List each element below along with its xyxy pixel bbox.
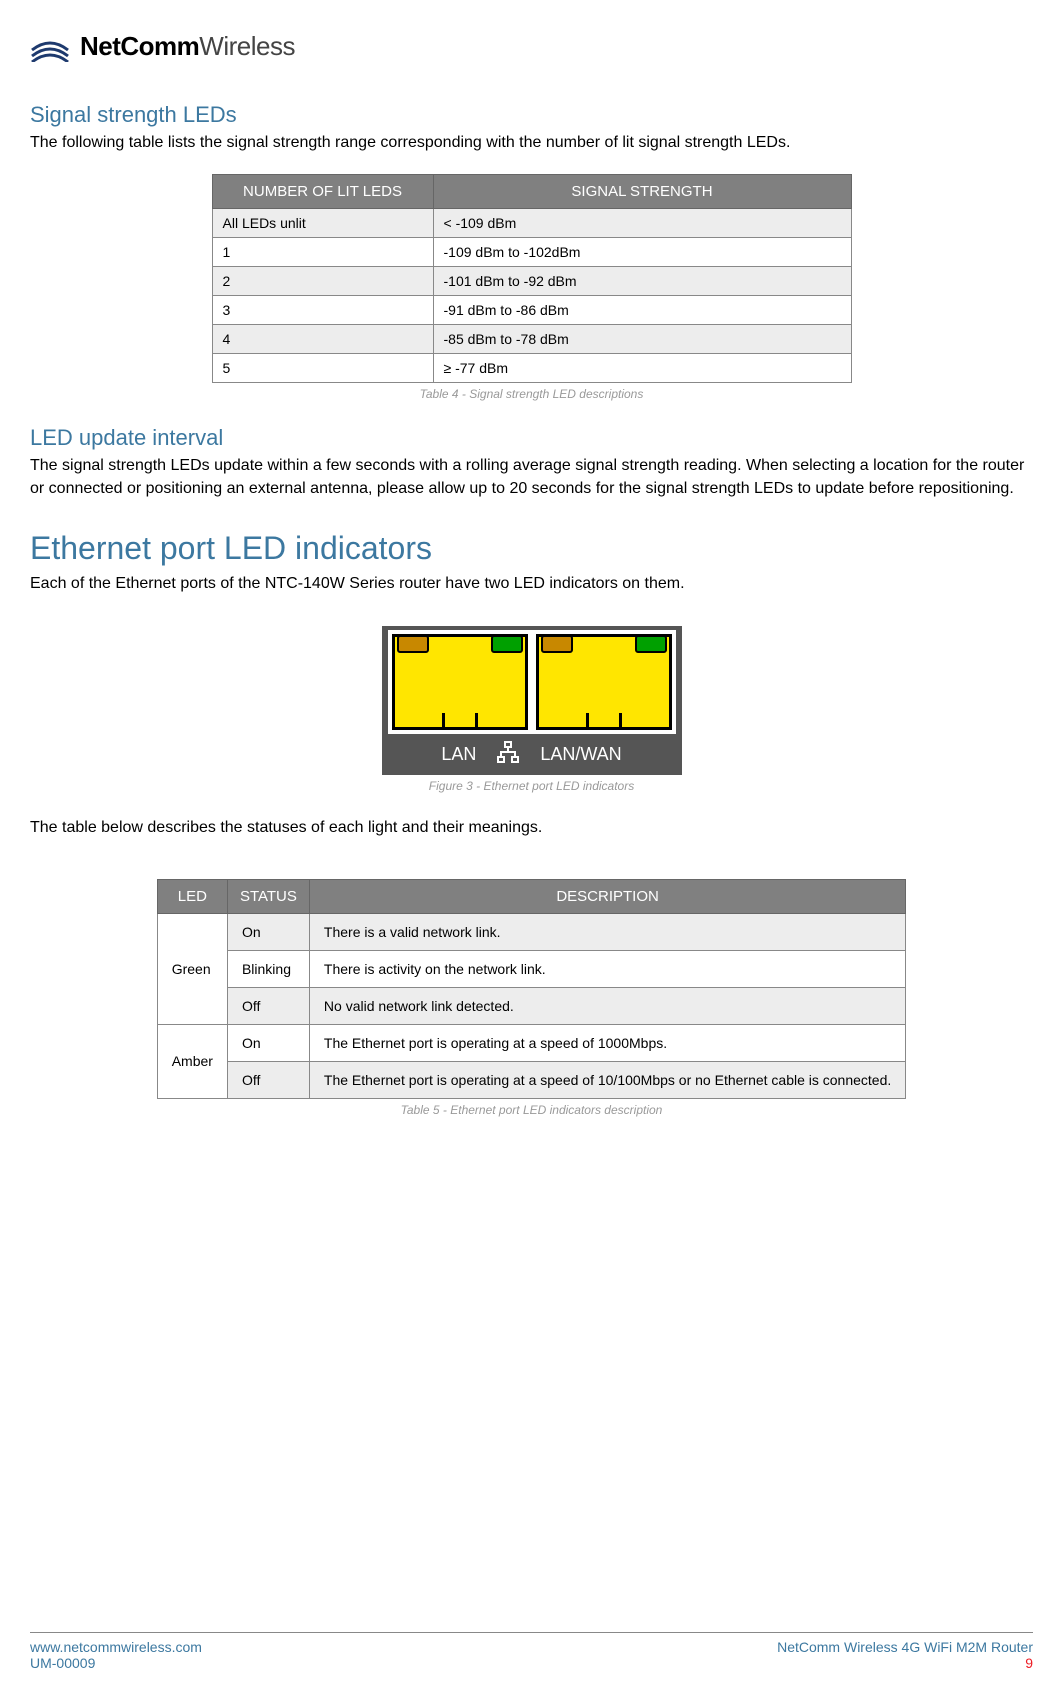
heading-signal-strength-leds: Signal strength LEDs <box>30 102 1033 128</box>
th-description: DESCRIPTION <box>309 879 905 913</box>
caption-table4: Table 4 - Signal strength LED descriptio… <box>30 387 1033 401</box>
cell-led-green: Green <box>157 913 227 1024</box>
table-row: 2-101 dBm to -92 dBm <box>212 267 851 296</box>
amber-led-icon <box>397 635 429 653</box>
intro-ethernet-ports: Each of the Ethernet ports of the NTC-14… <box>30 573 1033 595</box>
page-footer: www.netcommwireless.com UM-00009 NetComm… <box>30 1632 1033 1671</box>
body-led-update-interval: The signal strength LEDs update within a… <box>30 455 1033 500</box>
th-signal-strength: SIGNAL STRENGTH <box>433 175 851 209</box>
table-row: Off No valid network link detected. <box>157 987 906 1024</box>
footer-docref: UM-00009 <box>30 1655 202 1671</box>
port-lan <box>392 634 528 730</box>
network-icon <box>496 740 520 769</box>
table-signal-strength: NUMBER OF LIT LEDS SIGNAL STRENGTH All L… <box>212 174 852 383</box>
footer-url: www.netcommwireless.com <box>30 1639 202 1655</box>
brand-bold: NetComm <box>80 31 199 61</box>
th-status: STATUS <box>227 879 309 913</box>
table-ethernet-led-status: LED STATUS DESCRIPTION Green On There is… <box>157 879 907 1099</box>
brand-light: Wireless <box>199 31 295 61</box>
table-row: 4-85 dBm to -78 dBm <box>212 325 851 354</box>
green-led-icon <box>491 635 523 653</box>
table-row: Green On There is a valid network link. <box>157 913 906 950</box>
table-row: All LEDs unlit< -109 dBm <box>212 209 851 238</box>
port-lanwan <box>536 634 672 730</box>
th-lit-leds: NUMBER OF LIT LEDS <box>212 175 433 209</box>
cell-led-amber: Amber <box>157 1024 227 1098</box>
heading-led-update-interval: LED update interval <box>30 425 1033 451</box>
table-row: Off The Ethernet port is operating at a … <box>157 1061 906 1098</box>
brand-header: NetCommWireless <box>30 30 1033 62</box>
th-led: LED <box>157 879 227 913</box>
footer-doc-title: NetComm Wireless 4G WiFi M2M Router <box>777 1639 1033 1655</box>
label-lanwan: LAN/WAN <box>540 744 621 765</box>
label-lan: LAN <box>441 744 476 765</box>
brand-wordmark: NetCommWireless <box>80 31 295 62</box>
heading-ethernet-port-led-indicators: Ethernet port LED indicators <box>30 530 1033 567</box>
table-row: Blinking There is activity on the networ… <box>157 950 906 987</box>
caption-figure3: Figure 3 - Ethernet port LED indicators <box>30 779 1033 793</box>
table-row: 1-109 dBm to -102dBm <box>212 238 851 267</box>
table-row: 3-91 dBm to -86 dBm <box>212 296 851 325</box>
table-row: Amber On The Ethernet port is operating … <box>157 1024 906 1061</box>
brand-logo-icon <box>30 30 70 62</box>
amber-led-icon <box>541 635 573 653</box>
intro-status-table: The table below describes the statuses o… <box>30 817 1033 839</box>
figure-ethernet-ports: LAN LAN/WAN <box>382 626 682 775</box>
table-row: 5≥ -77 dBm <box>212 354 851 383</box>
intro-signal-strength: The following table lists the signal str… <box>30 132 1033 154</box>
caption-table5: Table 5 - Ethernet port LED indicators d… <box>30 1103 1033 1117</box>
green-led-icon <box>635 635 667 653</box>
footer-page-number: 9 <box>777 1655 1033 1671</box>
